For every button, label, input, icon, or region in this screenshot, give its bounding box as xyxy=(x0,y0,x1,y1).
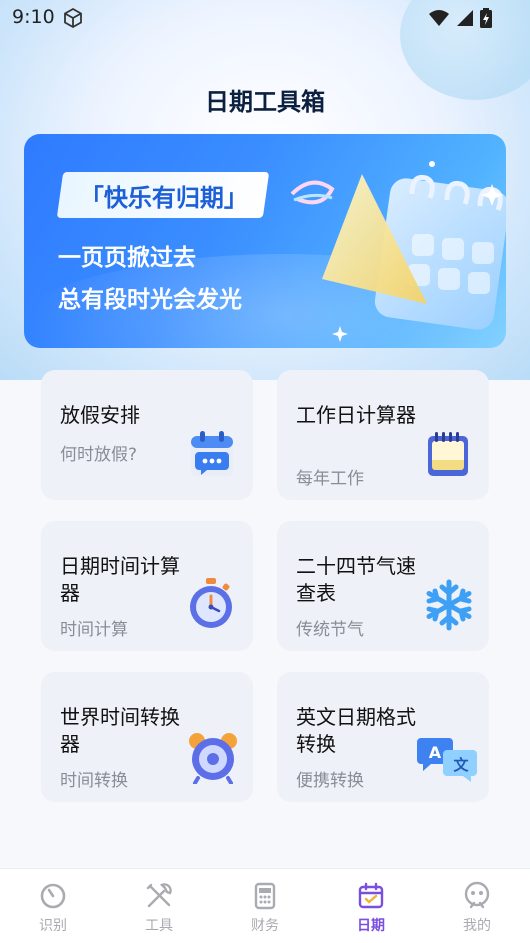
snowflake-icon xyxy=(426,579,472,631)
tool-card-title: 二十四节气速查表 xyxy=(296,554,416,605)
tool-card-subtitle: 时间转换 xyxy=(60,771,128,791)
tool-card-subtitle: 何时放假? xyxy=(60,445,138,465)
tool-card-subtitle: 传统节气 xyxy=(296,620,364,640)
cube-icon xyxy=(64,7,82,29)
tool-card-english-date[interactable]: 英文日期格式转换 便携转换 A 文 xyxy=(277,672,489,802)
calendar-illustration-icon xyxy=(290,161,506,342)
bottom-tab-bar: 识别 工具 财务 日期 我的 xyxy=(0,868,530,943)
tool-card-title: 世界时间转换器 xyxy=(60,705,180,756)
tool-card-world-time[interactable]: 世界时间转换器 时间转换 xyxy=(41,672,253,802)
tool-card-title: 日期时间计算器 xyxy=(60,554,180,605)
calculator-icon xyxy=(254,882,276,910)
stopwatch-icon xyxy=(190,578,232,628)
calendar-chat-icon xyxy=(191,431,233,476)
tab-label: 我的 xyxy=(463,918,491,934)
tool-card-datetime[interactable]: 日期时间计算器 时间计算 xyxy=(41,521,253,651)
tool-card-subtitle: 便携转换 xyxy=(296,771,364,791)
tab-label: 识别 xyxy=(39,918,67,934)
profile-icon xyxy=(464,881,490,909)
tools-icon xyxy=(146,883,172,908)
scan-icon xyxy=(40,883,66,909)
tab-label: 工具 xyxy=(145,918,173,934)
banner-tag: 「快乐有归期」 xyxy=(56,172,270,218)
signal-icon xyxy=(457,10,473,26)
promo-banner[interactable]: 「快乐有归期」 一页页掀过去 总有段时光会发光 xyxy=(24,134,506,348)
alarm-clock-icon xyxy=(189,733,237,784)
wifi-icon xyxy=(429,10,449,26)
banner-line-1: 一页页掀过去 xyxy=(58,245,196,271)
tool-card-title: 放假安排 xyxy=(60,403,140,427)
tab-label: 财务 xyxy=(251,918,279,934)
tool-card-holiday[interactable]: 放假安排 何时放假? xyxy=(41,370,253,500)
battery-icon xyxy=(480,8,492,28)
status-time: 9:10 xyxy=(12,6,55,28)
banner-line-2: 总有段时光会发光 xyxy=(58,287,242,313)
tab-label: 日期 xyxy=(357,918,385,934)
desk-calendar-icon xyxy=(428,432,468,476)
tab-finance[interactable]: 财务 xyxy=(212,869,318,943)
tab-scan[interactable]: 识别 xyxy=(0,869,106,943)
banner-tag-text: 「快乐有归期」 xyxy=(80,183,248,212)
status-icons xyxy=(428,8,492,28)
status-bar: 9:10 xyxy=(0,0,530,36)
tab-tools[interactable]: 工具 xyxy=(106,869,212,943)
svg-text:文: 文 xyxy=(453,756,469,774)
tool-card-workday[interactable]: 工作日计算器 每年工作 xyxy=(277,370,489,500)
page-title: 日期工具箱 xyxy=(205,88,325,116)
tool-card-title: 工作日计算器 xyxy=(296,403,416,427)
tool-card-subtitle: 时间计算 xyxy=(60,620,128,640)
svg-text:A: A xyxy=(429,743,442,762)
translate-icon: A 文 xyxy=(417,738,477,782)
tool-card-solar-terms[interactable]: 二十四节气速查表 传统节气 xyxy=(277,521,489,651)
tab-profile[interactable]: 我的 xyxy=(424,869,530,943)
tool-card-subtitle: 每年工作 xyxy=(296,469,364,489)
tool-card-title: 英文日期格式转换 xyxy=(296,705,416,756)
calendar-icon xyxy=(358,882,384,909)
tab-date[interactable]: 日期 xyxy=(318,869,424,943)
